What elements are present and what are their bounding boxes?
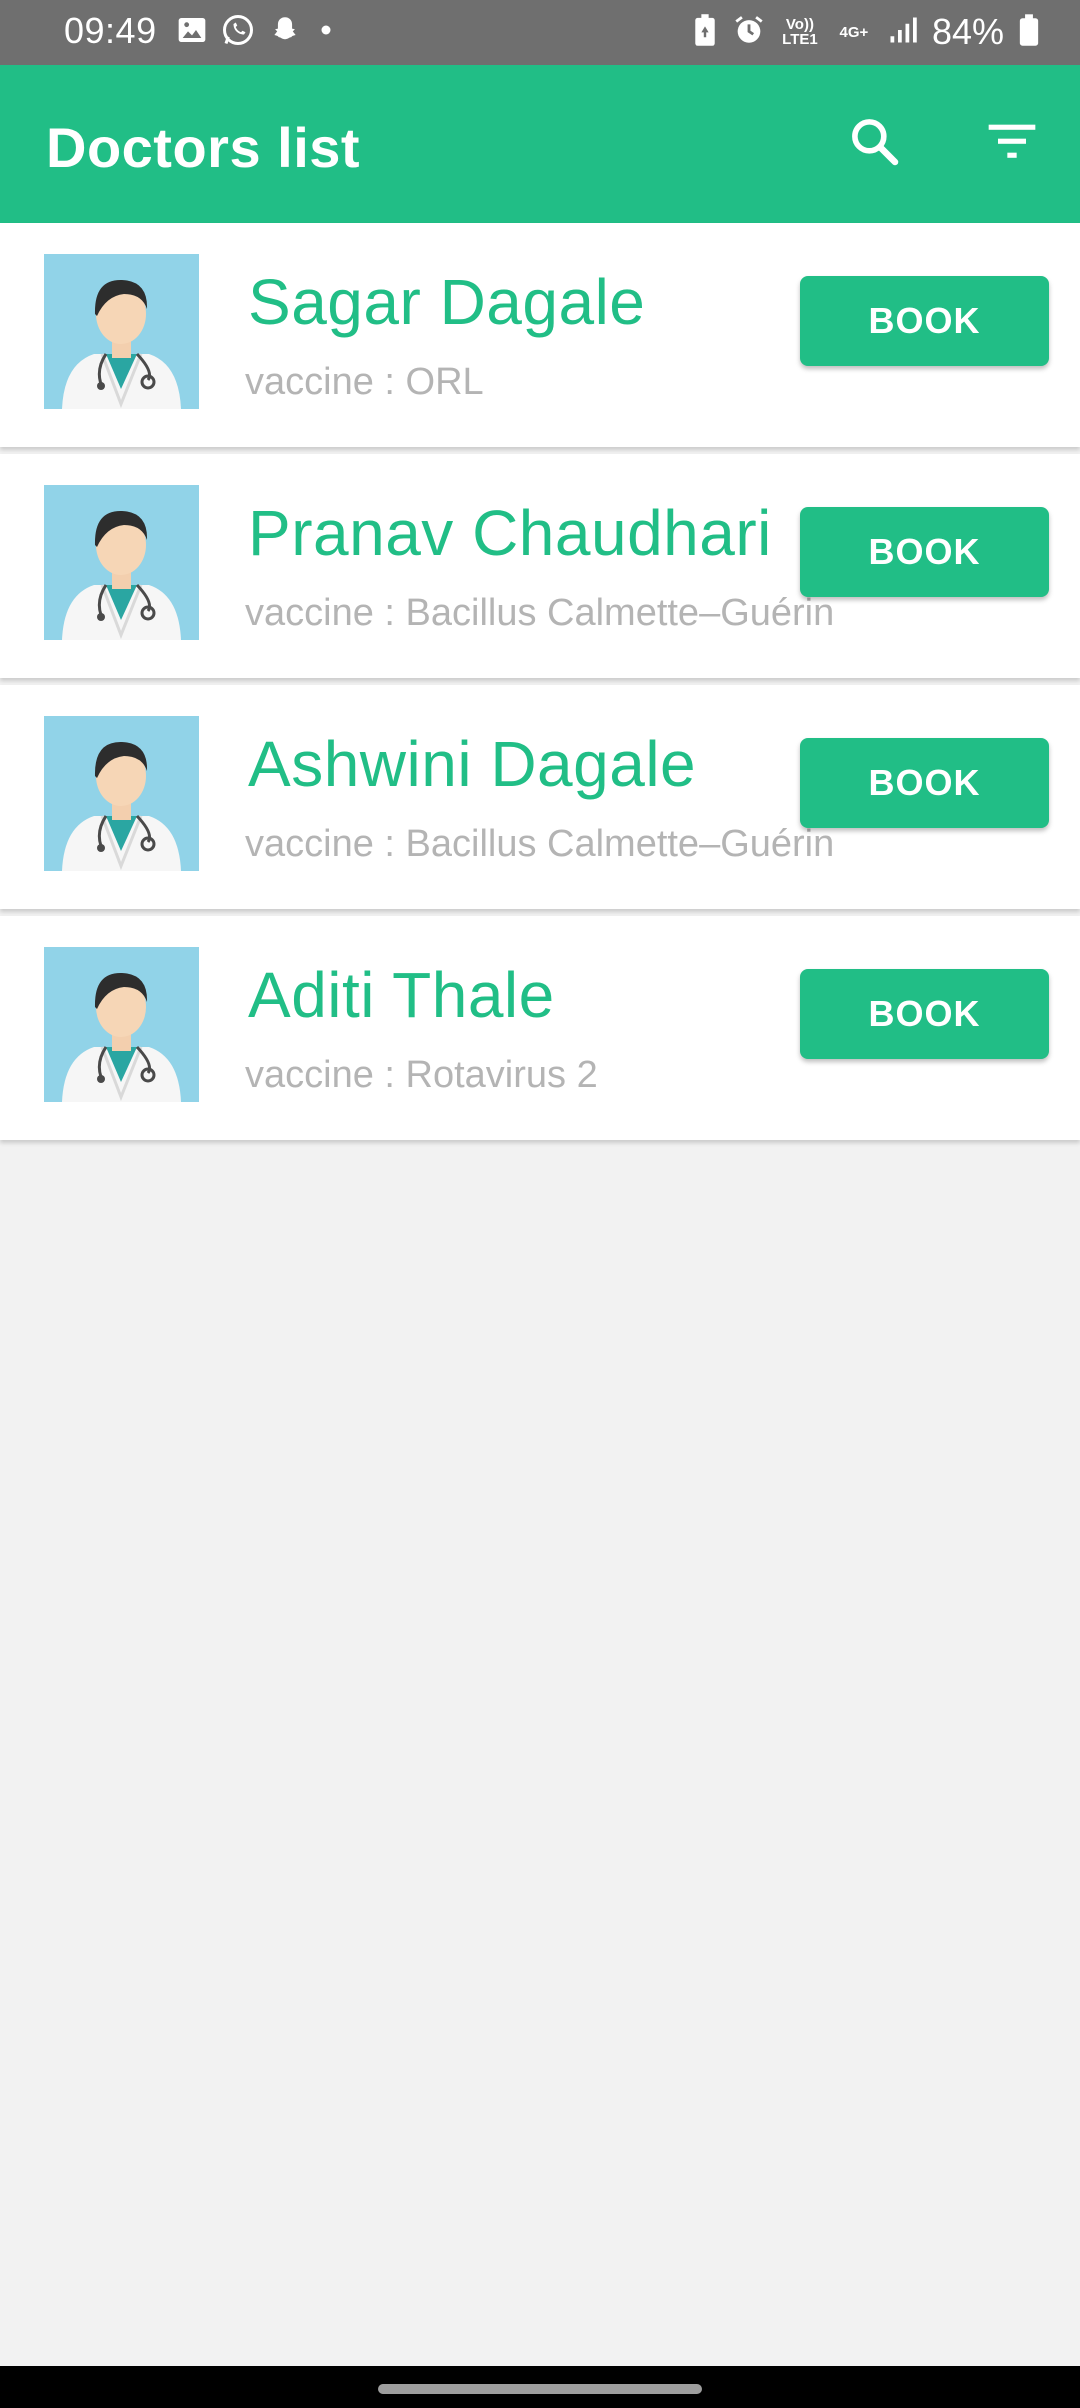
book-button[interactable]: BOOK (800, 507, 1049, 597)
doctor-name: Pranav Chaudhari (248, 497, 772, 569)
network-type-label: 4G+ (839, 23, 869, 41)
status-indicators: Vo)) LTE1 4G+ 84% (692, 10, 1040, 54)
book-button[interactable]: BOOK (800, 276, 1049, 366)
doctor-vaccine: vaccine : Bacillus Calmette–Guérin (245, 823, 835, 865)
doctor-avatar (44, 947, 199, 1102)
doctor-card[interactable]: Aditi Thale vaccine : Rotavirus 2 BOOK (0, 916, 1080, 1140)
page-title: Doctors list (46, 116, 361, 179)
filter-button[interactable] (980, 111, 1044, 175)
book-button[interactable]: BOOK (800, 738, 1049, 828)
dot-icon (314, 18, 338, 47)
status-bar: 09:49 Vo)) LTE1 4G+ 84% (0, 0, 1080, 65)
status-time: 09:49 (64, 10, 157, 51)
doctor-vaccine: vaccine : ORL (245, 361, 484, 403)
doctor-vaccine: vaccine : Rotavirus 2 (245, 1054, 598, 1096)
snapchat-icon (268, 13, 302, 52)
battery-percent: 84% (931, 11, 1004, 52)
doctor-avatar (44, 485, 199, 640)
search-button[interactable] (842, 111, 906, 175)
doctor-vaccine: vaccine : Bacillus Calmette–Guérin (245, 592, 835, 634)
doctor-name: Sagar Dagale (248, 266, 646, 338)
doctor-avatar (44, 716, 199, 871)
doctor-name: Aditi Thale (248, 959, 555, 1031)
whatsapp-icon (220, 12, 256, 53)
notification-icons (176, 14, 338, 50)
filter-icon (984, 113, 1040, 174)
navigation-bar (0, 2366, 1080, 2408)
alarm-icon (732, 13, 766, 52)
doctor-card[interactable]: Pranav Chaudhari vaccine : Bacillus Calm… (0, 454, 1080, 678)
app-bar: Doctors list (0, 65, 1080, 223)
volte-label: Vo)) LTE1 (782, 16, 818, 48)
signal-icon (888, 15, 918, 50)
battery-saver-icon (692, 13, 718, 52)
battery-icon (1018, 13, 1040, 52)
home-indicator[interactable] (378, 2384, 702, 2394)
doctor-name: Ashwini Dagale (248, 728, 697, 800)
doctors-list: Sagar Dagale vaccine : ORL BOOK Pranav C… (0, 223, 1080, 1147)
doctor-card[interactable]: Ashwini Dagale vaccine : Bacillus Calmet… (0, 685, 1080, 909)
doctor-avatar (44, 254, 199, 409)
search-icon (846, 113, 902, 174)
image-icon (176, 14, 208, 51)
doctor-card[interactable]: Sagar Dagale vaccine : ORL BOOK (0, 223, 1080, 447)
book-button[interactable]: BOOK (800, 969, 1049, 1059)
